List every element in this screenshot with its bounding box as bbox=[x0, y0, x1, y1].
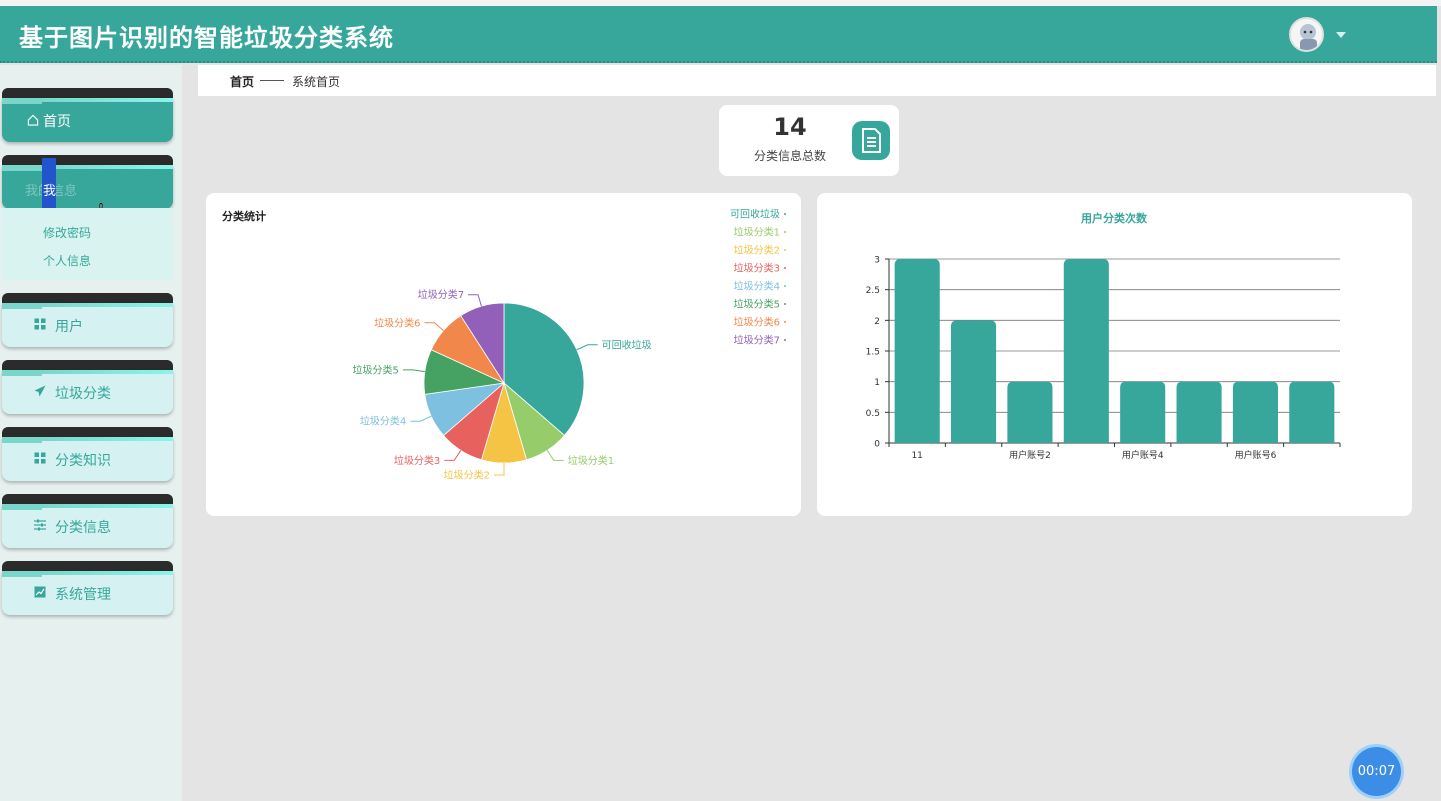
pie-slice-label: 垃圾分类4 bbox=[360, 415, 406, 428]
legend-label: 垃圾分类6 bbox=[734, 316, 780, 329]
bar bbox=[1063, 259, 1109, 443]
sidebar-item-knowledge[interactable]: 分类知识 bbox=[2, 427, 173, 481]
x-tick-label: 用户账号2 bbox=[1009, 449, 1051, 461]
sidebar-item-label: 系统管理 bbox=[55, 587, 111, 603]
sidebar-item-label: 垃圾分类 bbox=[55, 386, 111, 402]
pie-leader-line bbox=[468, 294, 482, 307]
pie-chart-card: 分类统计 可回收垃圾 可回收垃圾 垃圾分类1 垃圾分类1 垃圾分类2 垃圾分类2 垃圾分类3… bbox=[206, 193, 801, 516]
x-tick-label: 用户账号4 bbox=[1122, 449, 1164, 461]
legend-label: 垃圾分类4 bbox=[734, 280, 780, 293]
submenu-personal-info[interactable]: 个人信息 bbox=[43, 252, 91, 269]
grid-icon bbox=[34, 452, 46, 464]
bar bbox=[1176, 381, 1222, 443]
legend-marker bbox=[784, 249, 786, 251]
legend-marker bbox=[784, 303, 786, 305]
stat-label: 分类信息总数 bbox=[753, 149, 826, 163]
legend-marker bbox=[784, 285, 786, 287]
breadcrumb: 首页 系统首页 bbox=[198, 65, 1436, 96]
document-icon bbox=[852, 121, 890, 160]
bar-chart-card: 用户分类次数 0 0.5 1 1.5 2 2.5 3 11 用户账号2 用户账号4 用户账号6 bbox=[817, 193, 1412, 516]
stat-value: 14 bbox=[773, 113, 807, 141]
legend-marker bbox=[784, 267, 786, 269]
breadcrumb-separator bbox=[260, 80, 284, 81]
y-tick-label: 0 bbox=[874, 440, 880, 450]
app-header: 基于图片识别的智能垃圾分类系统 bbox=[0, 6, 1437, 63]
y-tick-label: 2.5 bbox=[866, 286, 880, 296]
selected-char: 我 bbox=[43, 184, 57, 199]
pie-leader-line bbox=[424, 322, 444, 331]
breadcrumb-home[interactable]: 首页 bbox=[230, 73, 254, 90]
pie-slice-label: 可回收垃圾 bbox=[602, 338, 652, 351]
legend-label: 垃圾分类2 bbox=[734, 244, 780, 257]
pie-leader-line bbox=[546, 450, 564, 461]
legend-marker bbox=[784, 321, 786, 323]
pie-slice-label: 垃圾分类2 bbox=[444, 469, 490, 482]
pie-leader-line bbox=[402, 369, 425, 373]
submenu-change-password[interactable]: 修改密码 bbox=[43, 224, 91, 241]
pie-leader-line bbox=[410, 415, 432, 422]
sidebar-item-users[interactable]: 用户 bbox=[2, 293, 173, 347]
legend-label: 垃圾分类3 bbox=[734, 262, 780, 275]
bar bbox=[1232, 381, 1278, 443]
legend-label: 垃圾分类7 bbox=[734, 334, 780, 347]
y-tick-label: 2 bbox=[874, 317, 880, 327]
user-dropdown-caret-icon[interactable] bbox=[1336, 32, 1346, 38]
y-tick-label: 3 bbox=[874, 256, 880, 266]
grid-icon bbox=[34, 318, 46, 330]
y-tick-label: 0.5 bbox=[866, 409, 880, 419]
sidebar-item-home[interactable]: 首页 bbox=[2, 88, 173, 142]
pie-chart: 可回收垃圾可回收垃圾垃圾分类1垃圾分类1垃圾分类2垃圾分类2垃圾分类3垃圾分类3… bbox=[353, 208, 786, 482]
bar bbox=[951, 320, 997, 443]
send-icon bbox=[34, 385, 46, 397]
sidebar-item-label: 首页 bbox=[43, 114, 71, 130]
bar-chart: 用户分类次数 0 0.5 1 1.5 2 2.5 3 11 用户账号2 用户账号4 用户账号6 bbox=[866, 211, 1341, 461]
app-title: 基于图片识别的智能垃圾分类系统 bbox=[19, 24, 394, 52]
y-tick-label: 1.5 bbox=[866, 348, 880, 358]
sidebar-item-label: 分类知识 bbox=[55, 453, 111, 469]
bar bbox=[1120, 381, 1166, 443]
home-icon bbox=[27, 114, 39, 126]
stat-card: 14 分类信息总数 bbox=[719, 105, 899, 176]
bar bbox=[1007, 381, 1053, 443]
legend-label: 垃圾分类1 bbox=[734, 226, 780, 239]
sliders-icon bbox=[34, 519, 46, 531]
x-tick-label: 11 bbox=[911, 451, 922, 461]
legend-marker bbox=[784, 213, 786, 215]
sidebar-item-classify-info[interactable]: 分类信息 bbox=[2, 494, 173, 548]
bar-chart-title: 用户分类次数 bbox=[1081, 211, 1148, 225]
x-tick-label: 用户账号6 bbox=[1235, 449, 1277, 461]
legend-marker bbox=[784, 231, 786, 233]
legend-marker bbox=[784, 339, 786, 341]
sidebar-item-label: 分类信息 bbox=[55, 520, 111, 536]
pie-slice-label: 垃圾分类1 bbox=[568, 454, 614, 467]
sidebar-submenu: 修改密码 个人信息 bbox=[2, 208, 173, 280]
bar bbox=[1289, 381, 1335, 443]
bar bbox=[894, 259, 940, 443]
pie-slice-label: 垃圾分类7 bbox=[418, 288, 464, 301]
user-avatar[interactable] bbox=[1289, 17, 1324, 52]
pie-leader-line bbox=[576, 344, 598, 351]
breadcrumb-current: 系统首页 bbox=[292, 75, 341, 89]
legend-label: 可回收垃圾 bbox=[730, 208, 780, 221]
pie-slice-label: 垃圾分类6 bbox=[374, 316, 420, 329]
pie-leader-line bbox=[444, 450, 462, 461]
recording-timer[interactable]: 00:07 bbox=[1352, 747, 1401, 796]
legend-label: 垃圾分类5 bbox=[734, 298, 780, 311]
pie-leader-line bbox=[494, 463, 505, 476]
pie-slice-label: 垃圾分类3 bbox=[394, 454, 440, 467]
pie-slice-label: 垃圾分类5 bbox=[353, 363, 399, 376]
y-tick-label: 1 bbox=[874, 378, 880, 388]
sidebar-item-label: 用户 bbox=[55, 319, 83, 335]
sidebar-item-system[interactable]: 系统管理 bbox=[2, 561, 173, 615]
sidebar-item-garbage-classify[interactable]: 垃圾分类 bbox=[2, 360, 173, 414]
chart-icon bbox=[34, 586, 46, 598]
